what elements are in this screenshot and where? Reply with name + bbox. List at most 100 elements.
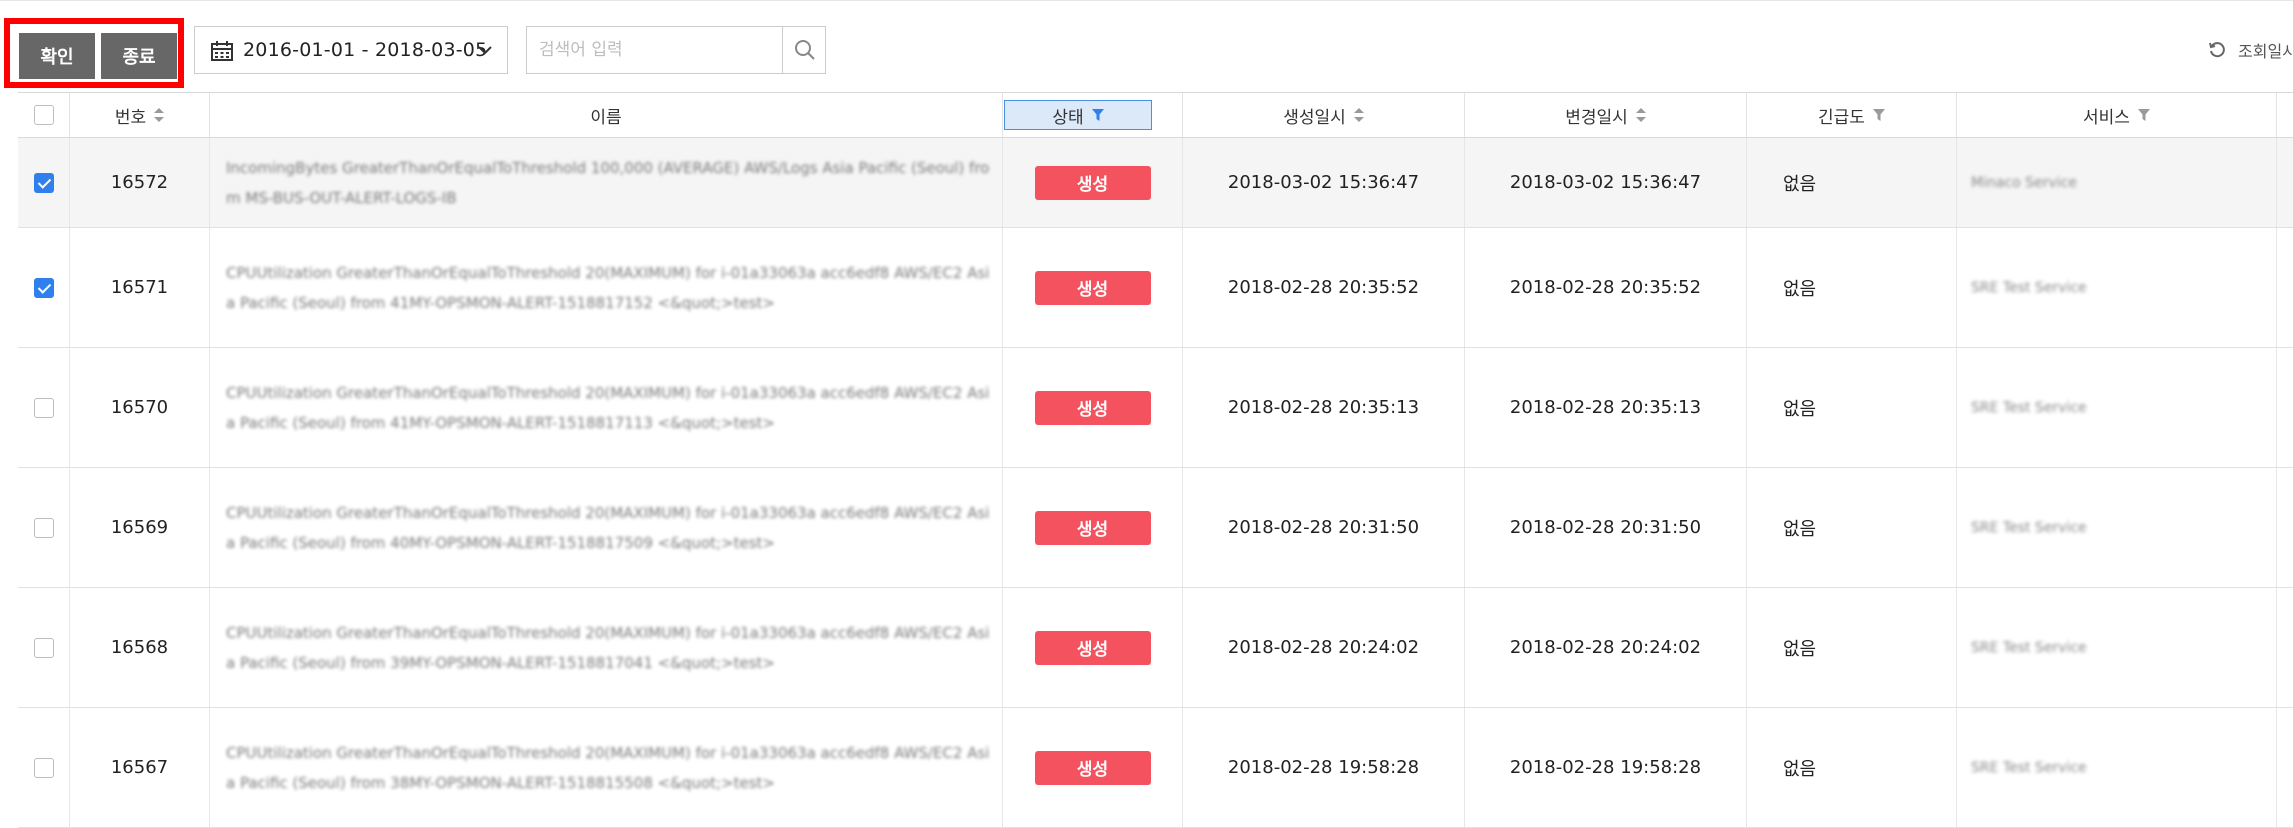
row-urgency: 없음 <box>1747 348 1957 467</box>
refresh-button[interactable]: 조회일시 <box>2208 38 2293 62</box>
row-created: 2018-02-28 20:35:13 <box>1183 348 1465 467</box>
row-updated: 2018-02-28 20:31:50 <box>1465 468 1747 587</box>
close-button[interactable]: 종료 <box>101 33 177 79</box>
row-service: Minaco Service <box>1971 174 2077 191</box>
row-service: SRE Test Service <box>1971 519 2087 536</box>
row-service: SRE Test Service <box>1971 759 2087 776</box>
table-row[interactable]: 16572 IncomingBytes GreaterThanOrEqualToT… <box>18 138 2293 228</box>
row-name: CPUUtilization GreaterThanOrEqualToThres… <box>226 623 990 672</box>
table-row[interactable]: 16571 CPUUtilization GreaterThanOrEqualTo… <box>18 228 2293 348</box>
row-name: CPUUtilization GreaterThanOrEqualToThres… <box>226 503 990 552</box>
row-edge <box>2277 348 2293 467</box>
table-row[interactable]: 16568 CPUUtilization GreaterThanOrEqualTo… <box>18 588 2293 708</box>
row-edge <box>2277 228 2293 347</box>
header-name-label: 이름 <box>590 107 622 128</box>
confirm-button[interactable]: 확인 <box>19 33 95 79</box>
row-updated: 2018-02-28 20:24:02 <box>1465 588 1747 707</box>
table-header: 번호 이름 상태 생성일시 변경일시 긴급도 서비스 <box>18 92 2293 138</box>
row-edge <box>2277 708 2293 827</box>
row-edge <box>2277 138 2293 227</box>
row-select-cell <box>18 708 70 827</box>
row-status-cell: 생성 <box>1003 708 1183 827</box>
row-name-cell[interactable]: IncomingBytes GreaterThanOrEqualToThresh… <box>210 138 1003 227</box>
header-created[interactable]: 생성일시 <box>1183 93 1465 137</box>
header-number[interactable]: 번호 <box>70 93 210 137</box>
header-updated[interactable]: 변경일시 <box>1465 93 1747 137</box>
row-number: 16568 <box>70 588 210 707</box>
row-service-cell: SRE Test Service <box>1957 228 2277 347</box>
header-urgency-label: 긴급도 <box>1818 107 1865 128</box>
row-edge <box>2277 468 2293 587</box>
row-number: 16567 <box>70 708 210 827</box>
row-service: SRE Test Service <box>1971 279 2087 296</box>
header-service[interactable]: 서비스 <box>1957 93 2277 137</box>
header-updated-label: 변경일시 <box>1565 107 1628 128</box>
calendar-icon <box>211 41 233 61</box>
row-name-cell[interactable]: CPUUtilization GreaterThanOrEqualToThres… <box>210 588 1003 707</box>
row-urgency: 없음 <box>1747 228 1957 347</box>
header-service-label: 서비스 <box>2083 107 2130 128</box>
row-updated: 2018-02-28 20:35:52 <box>1465 228 1747 347</box>
row-created: 2018-02-28 20:35:52 <box>1183 228 1465 347</box>
row-service: SRE Test Service <box>1971 639 2087 656</box>
toolbar: 확인 종료 2016-01-01 - 2018-03-05 검색어 입력 조회일… <box>0 0 2293 92</box>
table-row[interactable]: 16567 CPUUtilization GreaterThanOrEqualTo… <box>18 708 2293 828</box>
date-range-picker[interactable]: 2016-01-01 - 2018-03-05 <box>194 26 508 74</box>
row-service-cell: SRE Test Service <box>1957 588 2277 707</box>
header-status[interactable]: 상태 <box>1004 100 1152 130</box>
header-number-label: 번호 <box>114 107 147 128</box>
filter-icon[interactable] <box>1872 109 1885 121</box>
refresh-icon <box>2209 42 2225 58</box>
row-checkbox[interactable] <box>33 517 54 538</box>
row-urgency: 없음 <box>1747 468 1957 587</box>
refresh-label: 조회일시 <box>2238 42 2293 61</box>
row-service-cell: SRE Test Service <box>1957 468 2277 587</box>
row-checkbox[interactable] <box>33 172 54 193</box>
search-input[interactable] <box>527 27 782 73</box>
row-number: 16570 <box>70 348 210 467</box>
status-badge: 생성 <box>1034 270 1151 305</box>
status-badge: 생성 <box>1034 390 1151 425</box>
chevron-down-icon <box>478 46 492 55</box>
row-name: CPUUtilization GreaterThanOrEqualToThres… <box>226 743 990 792</box>
row-service: SRE Test Service <box>1971 399 2087 416</box>
row-name-cell[interactable]: CPUUtilization GreaterThanOrEqualToThres… <box>210 708 1003 827</box>
row-name-cell[interactable]: CPUUtilization GreaterThanOrEqualToThres… <box>210 228 1003 347</box>
search-box <box>526 26 826 74</box>
row-select-cell <box>18 588 70 707</box>
row-select-cell <box>18 228 70 347</box>
date-range-value: 2016-01-01 - 2018-03-05 <box>243 39 488 61</box>
status-badge: 생성 <box>1034 165 1151 200</box>
header-status-label: 상태 <box>1052 107 1084 128</box>
row-checkbox[interactable] <box>33 277 54 298</box>
status-badge: 생성 <box>1034 750 1151 785</box>
row-status-cell: 생성 <box>1003 228 1183 347</box>
table-row[interactable]: 16569 CPUUtilization GreaterThanOrEqualTo… <box>18 468 2293 588</box>
table-row[interactable]: 16570 CPUUtilization GreaterThanOrEqualTo… <box>18 348 2293 468</box>
row-name-cell[interactable]: CPUUtilization GreaterThanOrEqualToThres… <box>210 348 1003 467</box>
row-name: IncomingBytes GreaterThanOrEqualToThresh… <box>226 158 990 207</box>
status-badge: 생성 <box>1034 510 1151 545</box>
select-all-checkbox[interactable] <box>33 105 54 125</box>
row-edge <box>2277 588 2293 707</box>
row-checkbox[interactable] <box>33 397 54 418</box>
filter-icon[interactable] <box>1091 109 1104 121</box>
row-checkbox[interactable] <box>33 757 54 778</box>
row-updated: 2018-03-02 15:36:47 <box>1465 138 1747 227</box>
header-urgency[interactable]: 긴급도 <box>1747 93 1957 137</box>
header-name: 이름 <box>210 93 1003 137</box>
header-created-label: 생성일시 <box>1283 107 1346 128</box>
row-checkbox[interactable] <box>33 637 54 658</box>
header-select-all-cell <box>18 93 70 137</box>
row-status-cell: 생성 <box>1003 588 1183 707</box>
row-urgency: 없음 <box>1747 588 1957 707</box>
row-created: 2018-02-28 20:31:50 <box>1183 468 1465 587</box>
row-name-cell[interactable]: CPUUtilization GreaterThanOrEqualToThres… <box>210 468 1003 587</box>
row-number: 16571 <box>70 228 210 347</box>
search-button[interactable] <box>782 27 825 73</box>
row-number: 16572 <box>70 138 210 227</box>
row-updated: 2018-02-28 19:58:28 <box>1465 708 1747 827</box>
filter-icon[interactable] <box>2137 109 2150 121</box>
status-badge: 생성 <box>1034 630 1151 665</box>
sort-icon <box>1353 108 1364 122</box>
